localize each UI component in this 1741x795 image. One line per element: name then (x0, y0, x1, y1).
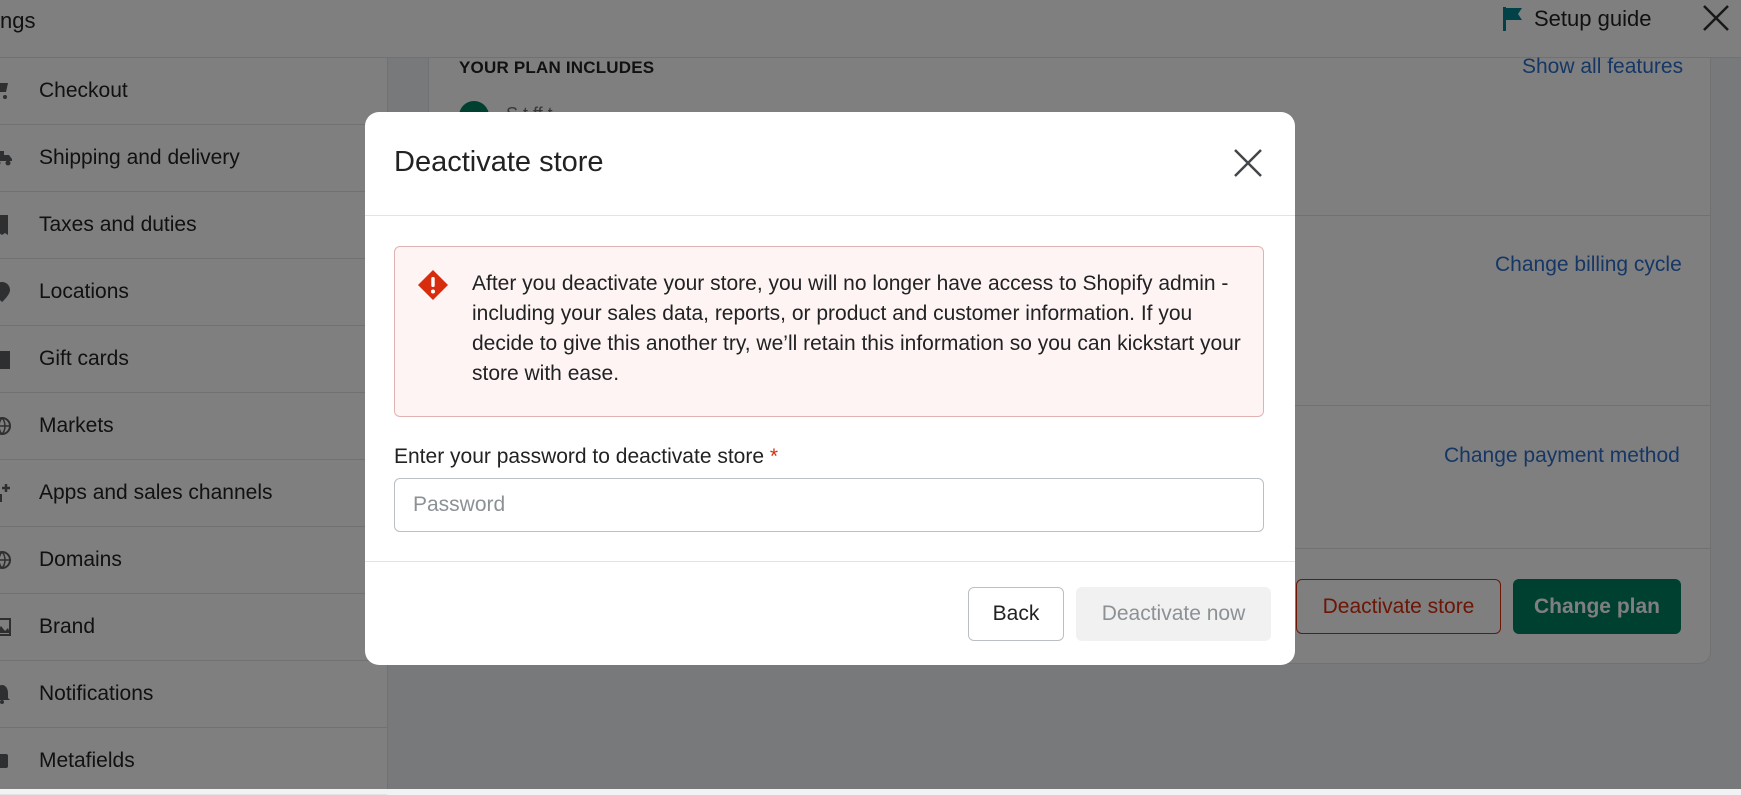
alert-diamond-icon (418, 270, 448, 300)
password-label: Enter your password to deactivate store … (394, 445, 778, 469)
modal-title: Deactivate store (394, 146, 604, 178)
password-label-text: Enter your password to deactivate store (394, 445, 765, 468)
deactivate-store-modal: Deactivate store After you deactivate yo… (365, 112, 1295, 665)
divider (365, 215, 1295, 216)
warning-text: After you deactivate your store, you wil… (472, 272, 1241, 385)
critical-banner: After you deactivate your store, you wil… (394, 246, 1264, 417)
deactivate-now-button[interactable]: Deactivate now (1076, 587, 1271, 641)
password-input[interactable] (394, 478, 1264, 532)
back-button[interactable]: Back (968, 587, 1064, 641)
divider (365, 561, 1295, 562)
close-icon[interactable] (1231, 146, 1265, 180)
required-marker: * (769, 445, 779, 468)
